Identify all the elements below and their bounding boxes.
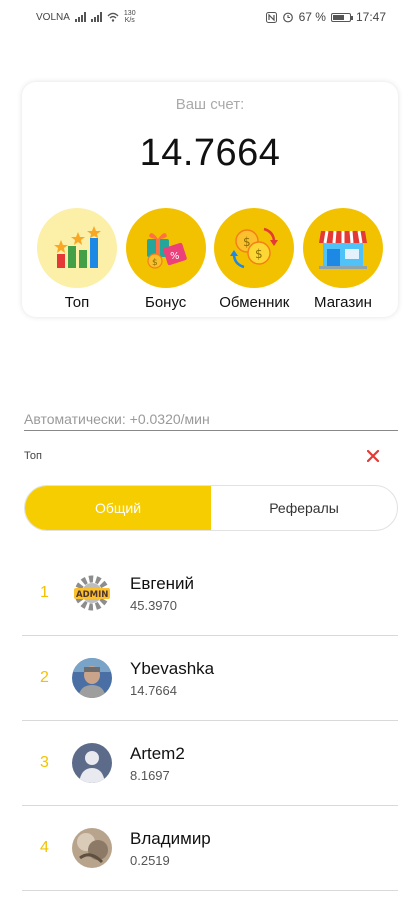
battery-icon (330, 12, 353, 22)
network-speed-value: 130 (123, 10, 136, 17)
svg-text:ADMIN: ADMIN (76, 590, 108, 600)
close-button[interactable] (364, 447, 382, 465)
user-score: 0.2519 (130, 852, 170, 868)
battery-fill (332, 14, 344, 20)
rank-number: 1 (40, 584, 49, 601)
store-button-label: Магазин (314, 294, 372, 311)
user-info: Владимир 0.2519 (130, 829, 211, 868)
store-button[interactable]: Магазин (300, 208, 386, 311)
balance-label: Ваш счет: (175, 96, 245, 113)
bonus-button[interactable]: % $ Бонус (123, 208, 209, 311)
leaderboard-row[interactable]: 1 ADMIN Евгений 45.3970 (22, 551, 398, 636)
rank-number: 4 (40, 839, 49, 856)
rank-number: 3 (40, 754, 49, 771)
store-icon (302, 208, 383, 288)
leaderboard-tabs: Общий Рефералы (24, 485, 398, 531)
gift-icon: % $ (125, 208, 206, 288)
nfc-icon (265, 11, 277, 23)
leaderboard-row[interactable]: 4 Владимир 0.2519 (22, 806, 398, 891)
svg-text:%: % (170, 251, 180, 262)
user-name: Евгений (130, 573, 195, 593)
top-button-label: Топ (64, 294, 90, 311)
rank-number: 2 (40, 669, 49, 686)
signal-icon (74, 12, 86, 22)
top-section-title: Топ (24, 450, 42, 462)
user-info: Ybevashka 14.7664 (130, 659, 214, 698)
svg-text:$: $ (255, 247, 263, 261)
leaderboard-row[interactable]: 2 Ybevashka 14.7664 (22, 636, 398, 721)
signal-icon-2 (90, 12, 102, 22)
user-info: Artem2 8.1697 (130, 744, 185, 783)
auto-income-text: Автоматически: +0.0320/мин (24, 411, 398, 431)
carrier-name: VOLNA (36, 11, 70, 23)
action-buttons: Топ % $ Бонус $ $ Обменник Магазин (34, 208, 386, 311)
wifi-icon (107, 12, 119, 22)
status-time: 17:47 (355, 10, 386, 24)
alarm-icon (282, 12, 293, 23)
balance-value: 14.7664 (139, 132, 281, 174)
tab-general[interactable]: Общий (25, 486, 211, 530)
tab-referrals[interactable]: Рефералы (211, 486, 397, 530)
default-user-avatar (72, 743, 112, 783)
top-button[interactable]: Топ (34, 208, 120, 311)
exchange-button[interactable]: $ $ Обменник (211, 208, 297, 311)
svg-text:$: $ (152, 258, 158, 268)
user-score: 8.1697 (130, 767, 170, 783)
admin-gear-icon: ADMIN (72, 573, 112, 613)
battery-percent: 67 % (298, 10, 326, 24)
close-icon (367, 450, 379, 462)
user-info: Евгений 45.3970 (130, 574, 194, 613)
network-speed: 130 K/s (124, 10, 136, 24)
network-speed-unit: K/s (124, 17, 135, 24)
user-score: 45.3970 (130, 597, 177, 613)
leaderboard-row[interactable]: 3 Artem2 8.1697 (22, 721, 398, 806)
coin-exchange-icon: $ $ (214, 208, 295, 288)
exchange-button-label: Обменник (219, 294, 290, 311)
user-name: Artem2 (130, 743, 185, 763)
user-photo-avatar (72, 828, 112, 868)
bar-chart-icon (37, 208, 117, 288)
user-name: Ybevashka (130, 658, 215, 678)
bonus-button-label: Бонус (145, 294, 187, 311)
status-bar: VOLNA 130 K/s 67 % 17:47 (0, 0, 420, 34)
status-left: VOLNA 130 K/s (36, 10, 136, 24)
user-photo-avatar (72, 658, 112, 698)
user-name: Владимир (130, 828, 211, 848)
balance-card: Ваш счет: 14.7664 Топ % $ Бонус $ $ Обме… (22, 82, 398, 317)
user-score: 14.7664 (130, 682, 177, 698)
status-right: 67 % 17:47 (265, 10, 386, 24)
leaderboard-list: 1 ADMIN Евгений 45.3970 2 Ybevashka 14.7… (22, 551, 398, 891)
top-section-header: Топ (24, 446, 382, 466)
